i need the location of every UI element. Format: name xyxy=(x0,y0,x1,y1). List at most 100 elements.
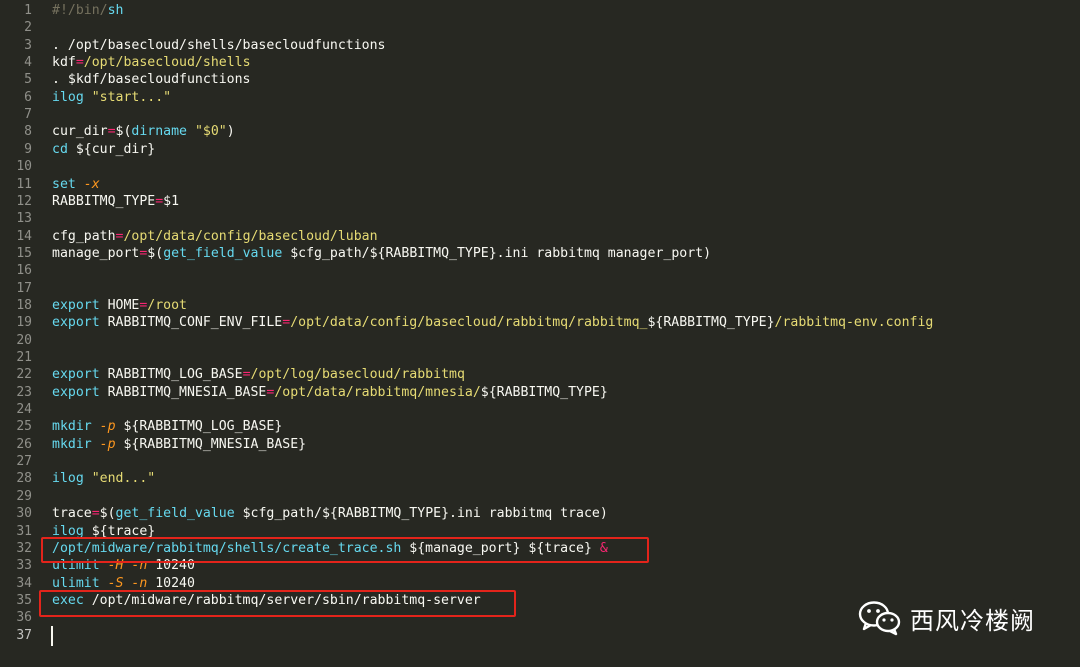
line-number: 9 xyxy=(24,141,32,157)
code-line[interactable]: 23 export RABBITMQ_MNESIA_BASE=/opt/data/… xyxy=(0,384,1080,401)
code-line[interactable]: 22 export RABBITMQ_LOG_BASE=/opt/log/base… xyxy=(0,366,1080,383)
code-text: export HOME=/root xyxy=(52,297,187,314)
code-line[interactable]: 17 xyxy=(0,280,1080,297)
code-line[interactable]: 8 cur_dir=$(dirname "$0") xyxy=(0,123,1080,140)
code-token: trace xyxy=(52,506,92,522)
line-number: 8 xyxy=(24,124,32,140)
code-line[interactable]: 10 xyxy=(0,158,1080,175)
code-editor[interactable]: 1 #!/bin/sh 2 3 . /opt/basecloud/shells/base… xyxy=(0,0,1080,667)
code-token: set xyxy=(52,176,84,192)
code-token: . /opt/basecloud/shells/basecloudfunctio… xyxy=(52,37,386,53)
line-number: 26 xyxy=(16,436,32,452)
code-line[interactable]: 21 xyxy=(0,349,1080,366)
line-number: 23 xyxy=(16,384,32,400)
code-token: HOME xyxy=(107,297,140,313)
code-line[interactable]: 15 manage_port=$(get_field_value $cfg_pat… xyxy=(0,245,1080,262)
wechat-icon xyxy=(858,601,901,636)
code-token: ulimit xyxy=(52,575,108,591)
code-line[interactable]: 11 set -x xyxy=(0,176,1080,193)
code-token: -x xyxy=(83,176,100,192)
line-number: 25 xyxy=(16,419,32,435)
line-number: 15 xyxy=(16,245,32,261)
code-token: ) xyxy=(226,124,235,140)
line-number: 30 xyxy=(16,506,32,522)
line-number: 7 xyxy=(24,107,32,123)
code-text: export RABBITMQ_CONF_ENV_FILE=/opt/data/… xyxy=(52,314,933,331)
line-number: 20 xyxy=(16,332,32,348)
code-token: cfg_path xyxy=(52,228,116,244)
code-token: RABBITMQ_TYPE xyxy=(52,193,156,209)
code-token: cd xyxy=(52,141,68,157)
line-number: 35 xyxy=(16,592,32,608)
line-number: 10 xyxy=(16,159,32,175)
code-line[interactable]: 6 ilog "start..." xyxy=(0,89,1080,106)
code-token: ilog xyxy=(52,471,92,487)
code-line[interactable]: 29 xyxy=(0,488,1080,505)
code-text: export RABBITMQ_MNESIA_BASE=/opt/data/ra… xyxy=(52,384,608,401)
code-token: kdf xyxy=(52,55,76,71)
code-token: $( xyxy=(115,124,132,140)
code-line[interactable]: 5 . $kdf/basecloudfunctions xyxy=(0,71,1080,88)
code-token: $1 xyxy=(163,193,180,209)
code-text: . /opt/basecloud/shells/basecloudfunctio… xyxy=(52,37,385,54)
code-token: export xyxy=(52,315,108,331)
code-token: = xyxy=(282,315,291,331)
code-line[interactable]: 27 xyxy=(0,453,1080,470)
code-line[interactable]: 24 xyxy=(0,401,1080,418)
code-line[interactable]: 30 trace=$(get_field_value $cfg_path/${RA… xyxy=(0,505,1080,522)
line-number: 11 xyxy=(16,176,32,192)
code-text: mkdir -p ${RABBITMQ_MNESIA_BASE} xyxy=(52,436,306,453)
code-token: mkdir xyxy=(52,436,100,452)
code-line[interactable]: 25 mkdir -p ${RABBITMQ_LOG_BASE} xyxy=(0,418,1080,435)
code-token: mkdir xyxy=(52,419,100,435)
code-line[interactable]: 26 mkdir -p ${RABBITMQ_MNESIA_BASE} xyxy=(0,436,1080,453)
code-token: -p xyxy=(99,419,116,435)
line-number: 3 xyxy=(24,37,32,53)
code-token: $cfg_path/${RABBITMQ_TYPE}.ini rabbitmq … xyxy=(282,245,712,261)
line-number: 1 xyxy=(24,3,32,18)
code-token: ilog xyxy=(52,89,92,105)
line-number: 21 xyxy=(16,350,32,365)
code-text: RABBITMQ_TYPE=$1 xyxy=(52,193,179,210)
line-number: 34 xyxy=(16,575,32,591)
code-line[interactable]: 14 cfg_path=/opt/data/config/basecloud/lu… xyxy=(0,228,1080,245)
code-text: #!/bin/sh xyxy=(52,2,123,19)
code-line[interactable]: 16 xyxy=(0,262,1080,279)
highlight-box-line-35 xyxy=(39,590,516,617)
line-number: 5 xyxy=(24,72,32,88)
code-token: get_field_value xyxy=(115,506,235,522)
code-line[interactable]: 4 kdf=/opt/basecloud/shells xyxy=(0,54,1080,71)
line-number: 19 xyxy=(16,315,32,331)
line-number: 16 xyxy=(16,263,32,279)
code-text: manage_port=$(get_field_value $cfg_path/… xyxy=(52,245,711,262)
code-line[interactable]: 2 xyxy=(0,19,1080,36)
code-line[interactable]: 1 #!/bin/sh xyxy=(0,2,1080,19)
line-number: 6 xyxy=(24,89,32,105)
line-number: 31 xyxy=(16,523,32,539)
code-text: . $kdf/basecloudfunctions xyxy=(52,71,251,88)
code-line[interactable]: 9 cd ${cur_dir} xyxy=(0,141,1080,158)
code-line[interactable]: 13 xyxy=(0,210,1080,227)
code-token: #!/bin/ xyxy=(52,3,108,18)
code-line[interactable]: 12 RABBITMQ_TYPE=$1 xyxy=(0,193,1080,210)
code-line[interactable]: 19 export RABBITMQ_CONF_ENV_FILE=/opt/dat… xyxy=(0,314,1080,331)
text-cursor xyxy=(51,625,53,646)
code-token: -S -n xyxy=(107,575,148,591)
code-token: ${RABBITMQ_LOG_BASE} xyxy=(115,419,283,435)
code-token: /opt/data/config/basecloud/rabbitmq/rabb… xyxy=(290,315,648,331)
code-token: manage_port xyxy=(52,245,140,261)
code-token: /root xyxy=(147,297,187,313)
code-token: = xyxy=(75,55,84,71)
code-token: get_field_value xyxy=(163,245,283,261)
code-text: set -x xyxy=(52,176,100,193)
code-line[interactable]: 7 xyxy=(0,106,1080,123)
code-line[interactable]: 18 export HOME=/root xyxy=(0,297,1080,314)
code-line[interactable]: 20 xyxy=(0,332,1080,349)
code-token: $( xyxy=(147,245,164,261)
code-token: sh xyxy=(107,3,124,18)
code-line[interactable]: 28 ilog "end..." xyxy=(0,470,1080,487)
code-token: "$0" xyxy=(194,124,227,140)
line-number: 36 xyxy=(16,610,32,626)
code-line[interactable]: 3 . /opt/basecloud/shells/basecloudfuncti… xyxy=(0,37,1080,54)
